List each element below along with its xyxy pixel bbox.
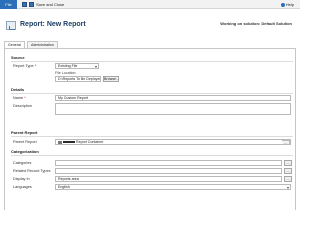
save-icon[interactable] — [22, 2, 27, 7]
display-in-picker-button[interactable]: ... — [284, 176, 292, 182]
browse-button[interactable]: Browse... — [103, 76, 119, 82]
parent-report-label: Parent Report — [13, 140, 37, 144]
categories-picker-button[interactable]: ... — [284, 160, 292, 166]
help-icon — [280, 2, 285, 7]
redacted-text — [63, 141, 75, 144]
related-record-types-input[interactable] — [55, 168, 282, 174]
section-details-title: Details — [11, 87, 25, 92]
form-header: Report: New Report Working on solution: … — [0, 9, 300, 32]
help-label: Help — [285, 2, 294, 7]
display-in-input[interactable]: Reports area — [55, 176, 282, 182]
form-body: Source Report Type * Existing File File … — [4, 48, 296, 210]
name-label: Name * — [13, 96, 26, 100]
section-divider — [11, 155, 293, 156]
page-title: Report: New Report — [20, 21, 86, 28]
categories-label: Categories — [13, 161, 32, 165]
description-textarea[interactable] — [55, 103, 291, 115]
solution-indicator: Working on solution: Default Solution — [220, 21, 292, 26]
section-divider — [11, 136, 293, 137]
file-location-input[interactable]: D:\Reports To Be Deployed\C — [55, 76, 101, 82]
tab-administration[interactable]: Administration — [27, 41, 58, 48]
related-record-types-label: Related Record Types — [13, 169, 51, 173]
section-parent-report-title: Parent Report — [11, 130, 38, 135]
report-icon — [6, 21, 16, 30]
report-type-select[interactable]: Existing File — [55, 63, 99, 69]
ribbon-bar: File Save and Close Help — [0, 0, 300, 9]
section-source-title: Source — [11, 55, 25, 60]
save-and-close-icon[interactable] — [29, 2, 34, 7]
categories-input[interactable] — [55, 160, 282, 166]
file-location-label: File Location: — [55, 71, 77, 75]
languages-label: Languages — [13, 185, 32, 189]
section-divider — [11, 61, 293, 62]
report-type-label: Report Type * — [13, 64, 37, 68]
lookup-button[interactable]: ... — [282, 140, 290, 144]
file-button[interactable]: File — [0, 0, 17, 9]
section-divider — [11, 93, 293, 94]
report-lookup-icon — [58, 140, 62, 144]
description-label: Description — [13, 104, 32, 108]
parent-report-lookup[interactable]: Report Container ... — [55, 139, 291, 145]
help-button[interactable]: Help — [280, 0, 294, 9]
languages-select[interactable]: English — [55, 184, 291, 190]
related-record-types-picker-button[interactable]: ... — [284, 168, 292, 174]
parent-report-value: Report Container — [76, 140, 104, 144]
display-in-label: Display In — [13, 177, 30, 181]
name-input[interactable]: My Custom Report — [55, 95, 291, 101]
section-categorization-title: Categorization — [11, 149, 39, 154]
save-and-close-button[interactable]: Save and Close — [36, 0, 64, 9]
